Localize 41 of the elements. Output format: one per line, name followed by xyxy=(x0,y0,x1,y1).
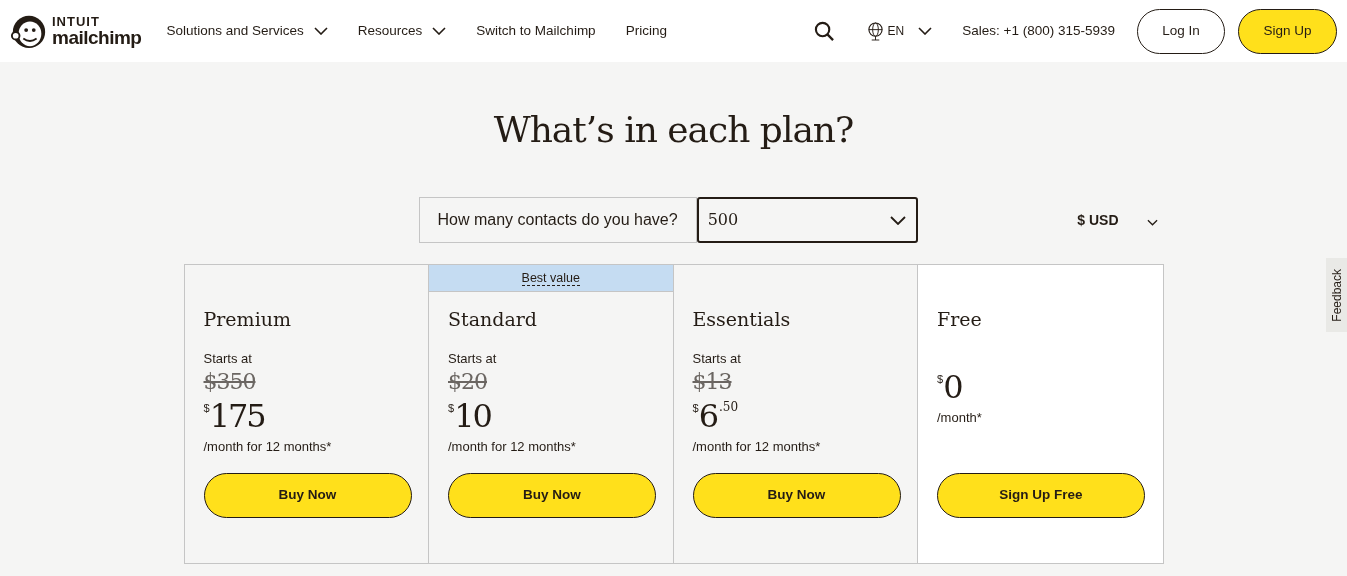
billing-period: /month for 12 months* xyxy=(692,438,821,456)
feedback-tab[interactable]: Feedback xyxy=(1326,258,1347,332)
plan-action-button[interactable]: Buy Now xyxy=(692,473,901,518)
plan-name: Essentials xyxy=(692,307,792,331)
plan-name: Premium xyxy=(203,307,292,331)
contacts-label: How many contacts do you have? xyxy=(418,197,697,243)
billing-period: /month for 12 months* xyxy=(448,438,576,456)
sales-phone-link[interactable]: Sales: +1 (800) 315-5939 xyxy=(962,20,1115,42)
billing-period: /month for 12 months* xyxy=(203,438,332,456)
original-price: $350 xyxy=(203,368,256,396)
page-title: What’s in each plan? xyxy=(493,108,854,152)
signup-button[interactable]: Sign Up xyxy=(1238,8,1337,54)
nav-link[interactable]: Switch to Mailchimp xyxy=(476,20,596,42)
billing-period: /month* xyxy=(937,409,982,428)
plan-name: Standard xyxy=(448,307,538,331)
chevron-down-icon xyxy=(889,215,906,225)
currency-selector[interactable]: $ USD xyxy=(1077,209,1158,231)
search-icon[interactable] xyxy=(813,20,835,42)
nav-link[interactable]: Pricing xyxy=(625,20,667,42)
best-value-label[interactable]: Best value xyxy=(521,270,580,286)
chevron-down-icon xyxy=(918,27,933,35)
starts-at-label: Starts at xyxy=(448,351,498,367)
globe-icon xyxy=(866,21,884,41)
starts-at-label: Starts at xyxy=(692,351,742,367)
starts-at-label: Starts at xyxy=(203,351,253,367)
plan-action-button[interactable]: Buy Now xyxy=(203,473,412,518)
language-selector[interactable]: EN xyxy=(866,21,933,41)
nav-link[interactable]: Resources xyxy=(357,20,447,42)
plan-action-button[interactable]: Sign Up Free xyxy=(937,473,1145,518)
plan-action-button[interactable]: Buy Now xyxy=(448,473,656,518)
logo-wordmark-top[interactable]: INTUIT xyxy=(52,15,142,28)
original-price: $13 xyxy=(692,368,732,396)
plan-name: Free xyxy=(937,307,983,331)
price: $175 xyxy=(203,399,265,433)
price: $0 xyxy=(937,370,962,405)
original-price: $20 xyxy=(448,368,487,396)
chevron-down-icon xyxy=(1146,218,1158,226)
nav-link[interactable]: Solutions and Services xyxy=(166,20,328,42)
contacts-select[interactable]: 500 xyxy=(696,197,918,243)
logo-wordmark[interactable]: mailchimp xyxy=(52,28,142,47)
price: $10 xyxy=(448,399,491,433)
